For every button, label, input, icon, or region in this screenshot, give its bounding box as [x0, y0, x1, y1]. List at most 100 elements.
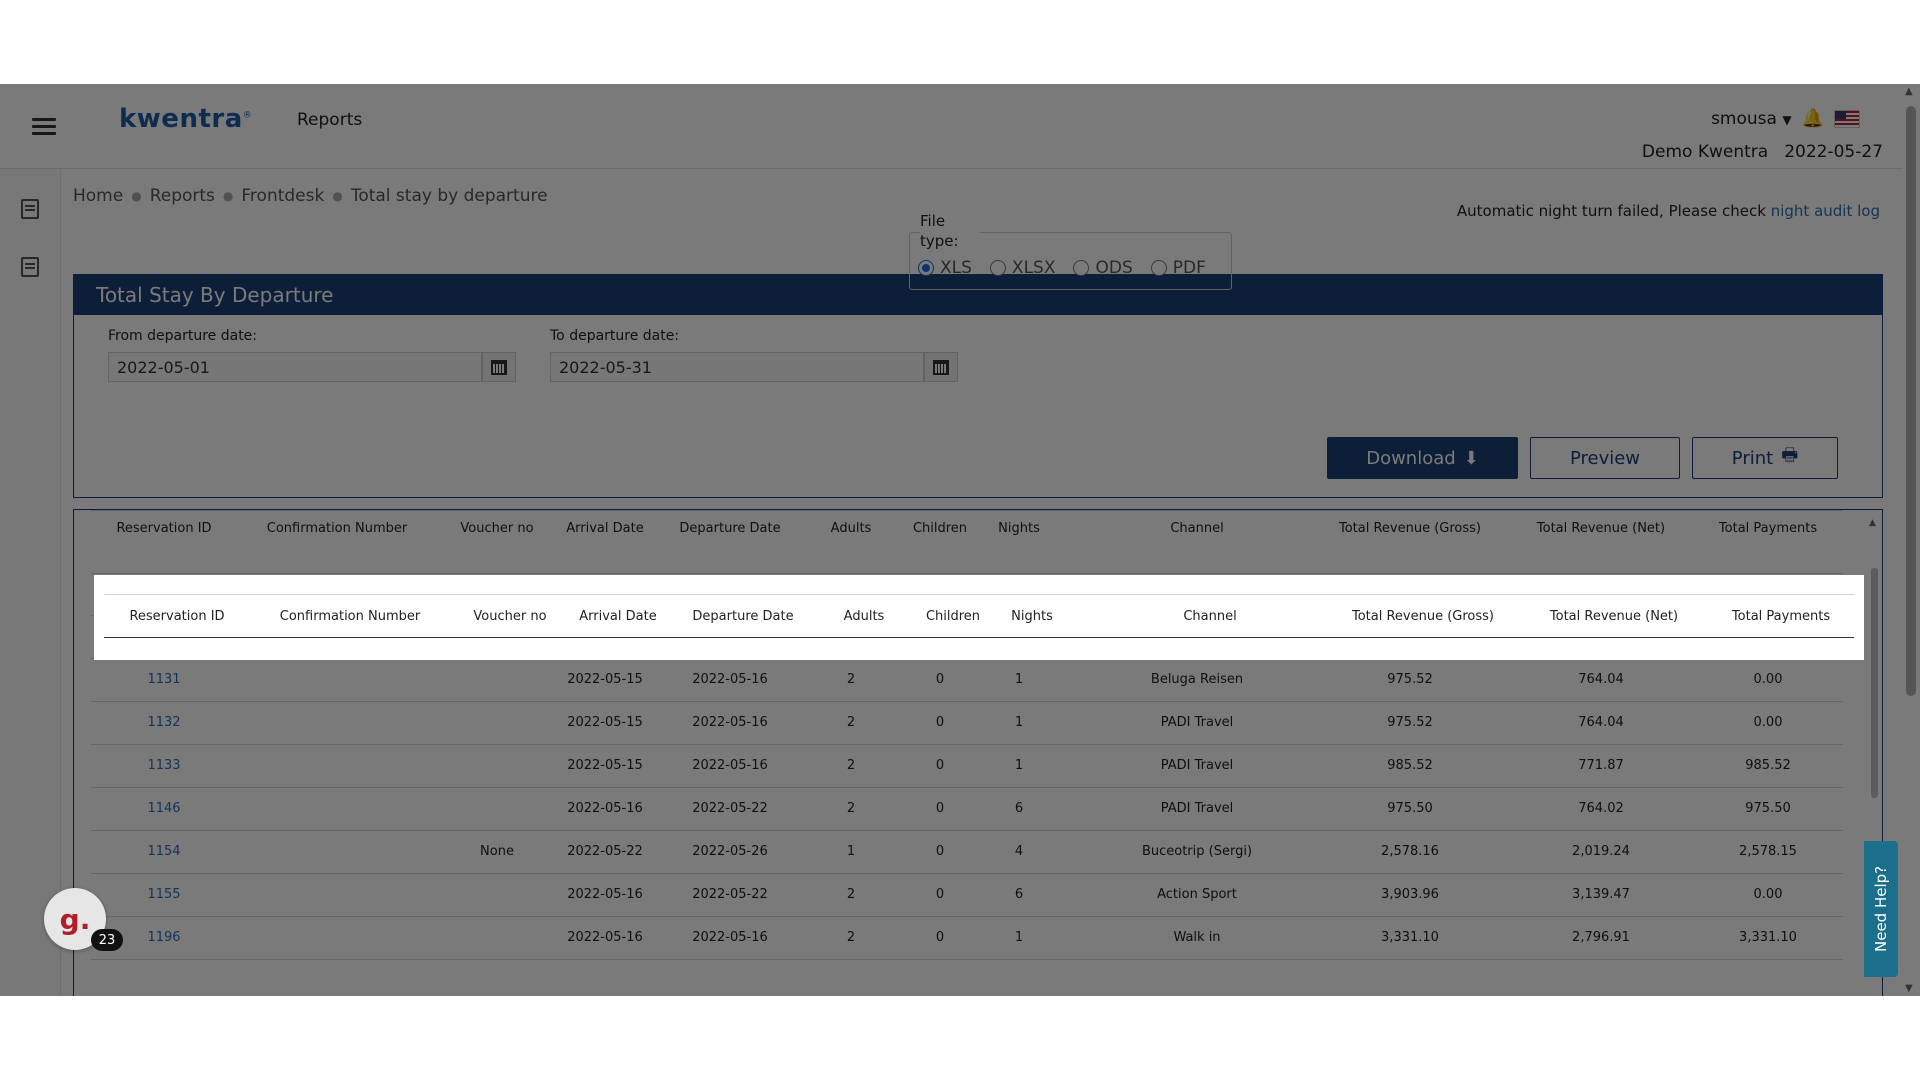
table-cell: 2022-05-22: [692, 801, 768, 816]
breadcrumb-frontdesk[interactable]: Frontdesk: [241, 186, 324, 206]
table-cell: 764.04: [1578, 715, 1624, 730]
column-header[interactable]: Confirmation Number: [260, 595, 440, 637]
column-header[interactable]: Arrival Date: [563, 595, 673, 637]
table-cell: 3,903.96: [1381, 887, 1439, 902]
breadcrumb-separator: ●: [131, 189, 142, 203]
column-header[interactable]: Total Payments: [1693, 511, 1843, 545]
hotel-info: Demo Kwentra 2022-05-27: [1626, 142, 1883, 162]
column-header[interactable]: Children: [913, 595, 993, 637]
table-cell: 1131: [99, 658, 229, 701]
table-cell: [437, 658, 557, 701]
reservation-id-link[interactable]: 1154: [147, 844, 180, 859]
to-date-input[interactable]: 2022-05-31: [550, 352, 924, 382]
table-cell: 2022-05-15: [567, 758, 643, 773]
table-cell: 764.04: [1578, 672, 1624, 687]
from-date-input[interactable]: 2022-05-01: [108, 352, 482, 382]
table-cell: 1: [1014, 930, 1024, 945]
scroll-up-icon[interactable]: ▲: [1905, 86, 1913, 97]
download-button[interactable]: Download ⬇: [1327, 437, 1518, 479]
table-row[interactable]: 1131 2022-05-15 2022-05-16 2 0 1 Beluga Reisen…: [91, 658, 1843, 702]
column-header[interactable]: Adults: [829, 595, 899, 637]
table-cell: PADI Travel: [1160, 801, 1234, 816]
column-header[interactable]: Total Revenue (Net): [1511, 511, 1691, 545]
notification-count-badge: 23: [91, 929, 123, 951]
highlighted-table-header: Reservation ID Confirmation Number Voucher…: [94, 575, 1864, 660]
bell-icon[interactable]: 🔔: [1802, 108, 1824, 129]
column-header[interactable]: Nights: [984, 511, 1054, 545]
table-cell: 2: [846, 887, 856, 902]
column-header[interactable]: Reservation ID: [112, 595, 242, 637]
radio-icon[interactable]: [1150, 260, 1167, 276]
radio-icon[interactable]: [989, 260, 1006, 276]
table-cell: 4: [1014, 844, 1024, 859]
file-type-pdf[interactable]: PDF: [1150, 258, 1206, 278]
column-header[interactable]: Nights: [997, 595, 1067, 637]
table-row[interactable]: 1133 2022-05-15 2022-05-16 2 0 1 PADI Travel 98…: [91, 744, 1843, 788]
column-header[interactable]: Arrival Date: [550, 511, 660, 545]
menu-icon[interactable]: [32, 118, 56, 136]
table-row[interactable]: 1196 2022-05-16 2022-05-16 2 0 1 Walk in 3,331.…: [91, 916, 1843, 960]
table-row[interactable]: 1132 2022-05-15 2022-05-16 2 0 1 PADI Travel 97…: [91, 701, 1843, 745]
column-header[interactable]: Total Payments: [1706, 595, 1856, 637]
reservation-id-link[interactable]: 1196: [147, 930, 180, 945]
radio-icon[interactable]: [1073, 260, 1090, 276]
table-cell: 2: [846, 715, 856, 730]
column-header[interactable]: Channel: [1087, 511, 1307, 545]
report-icon[interactable]: [21, 257, 39, 277]
file-type-ods[interactable]: ODS: [1073, 258, 1133, 278]
night-audit-log-link[interactable]: night audit log: [1771, 202, 1880, 220]
table-cell: 2022-05-22: [567, 844, 643, 859]
table-cell: [437, 873, 557, 916]
hotel-name: Demo Kwentra: [1641, 142, 1769, 162]
table-cell: [247, 830, 427, 873]
file-type-xlsx[interactable]: XLSX: [989, 258, 1055, 278]
column-header[interactable]: Total Revenue (Gross): [1328, 595, 1518, 637]
column-header[interactable]: Departure Date: [665, 511, 795, 545]
page-scrollbar[interactable]: ▲ ▼: [1902, 84, 1920, 996]
column-header[interactable]: Total Revenue (Net): [1524, 595, 1704, 637]
breadcrumb-home[interactable]: Home: [73, 186, 123, 206]
table-row[interactable]: 1155 2022-05-16 2022-05-22 2 0 6 Action Sport 3…: [91, 873, 1843, 917]
table-cell: [247, 701, 427, 744]
preview-button[interactable]: Preview: [1530, 437, 1680, 479]
table-cell: 0: [935, 758, 945, 773]
table-cell: 1155: [99, 873, 229, 916]
column-header[interactable]: Total Revenue (Gross): [1315, 511, 1505, 545]
reservation-id-link[interactable]: 1146: [147, 801, 180, 816]
table-scroll-thumb[interactable]: [1871, 568, 1878, 798]
nav-title: Reports: [297, 110, 363, 130]
scroll-up-icon[interactable]: ▲: [1869, 518, 1876, 528]
kwentra-logo[interactable]: kwentra®: [119, 104, 252, 134]
calendar-icon[interactable]: [924, 352, 958, 382]
report-icon[interactable]: [21, 199, 39, 219]
print-button[interactable]: Print 🖶: [1692, 437, 1838, 479]
page-scroll-thumb[interactable]: [1906, 106, 1916, 696]
table-cell: Action Sport: [1157, 887, 1237, 902]
column-header[interactable]: Reservation ID: [99, 511, 229, 545]
column-header[interactable]: Voucher no: [437, 511, 557, 545]
need-help-tab[interactable]: Need Help?: [1864, 841, 1898, 977]
calendar-icon[interactable]: [482, 352, 516, 382]
column-header[interactable]: Children: [900, 511, 980, 545]
table-cell: 2022-05-16: [692, 930, 768, 945]
column-header[interactable]: Voucher no: [450, 595, 570, 637]
us-flag-icon[interactable]: [1834, 109, 1860, 128]
table-row[interactable]: 1154 None 2022-05-22 2022-05-26 1 0 4 Buceotrip…: [91, 830, 1843, 874]
user-menu[interactable]: smousa ▼: [1711, 109, 1792, 129]
table-cell: 2022-05-26: [692, 844, 768, 859]
reservation-id-link[interactable]: 1155: [147, 887, 180, 902]
column-header[interactable]: Confirmation Number: [247, 511, 427, 545]
reservation-id-link[interactable]: 1133: [147, 758, 180, 773]
table-cell: Beluga Reisen: [1150, 672, 1244, 687]
table-cell: 0: [935, 672, 945, 687]
table-row[interactable]: 1146 2022-05-16 2022-05-22 2 0 6 PADI Travel 97…: [91, 787, 1843, 831]
scroll-down-icon[interactable]: ▼: [1905, 983, 1913, 994]
breadcrumb-reports[interactable]: Reports: [150, 186, 215, 206]
reservation-id-link[interactable]: 1132: [147, 715, 180, 730]
reservation-id-link[interactable]: 1131: [147, 672, 180, 687]
column-header[interactable]: Channel: [1100, 595, 1320, 637]
radio-selected-icon[interactable]: [918, 260, 934, 276]
column-header[interactable]: Adults: [816, 511, 886, 545]
column-header[interactable]: Departure Date: [678, 595, 808, 637]
file-type-xls[interactable]: XLS: [918, 258, 972, 278]
